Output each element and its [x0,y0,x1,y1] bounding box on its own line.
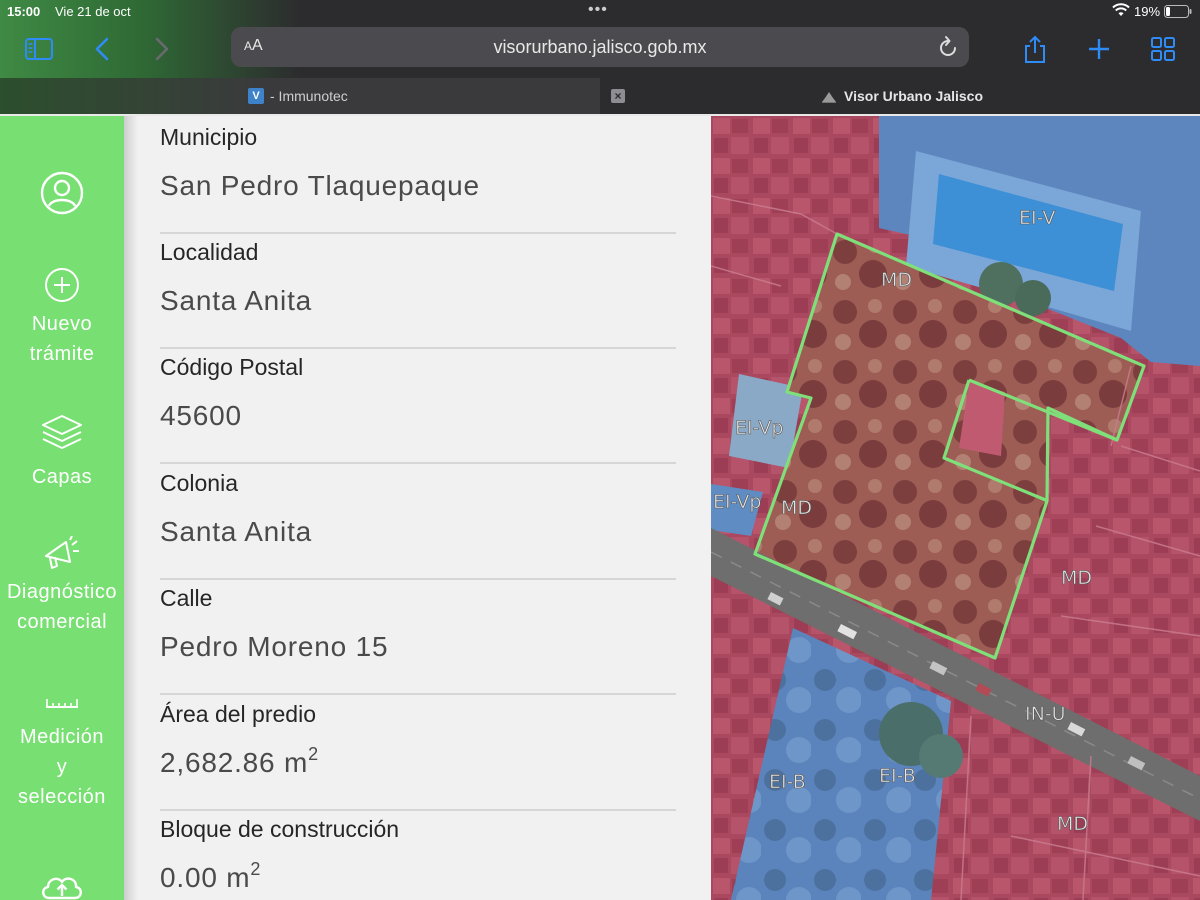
field-municipio: Municipio San Pedro Tlaquepaque [160,124,676,234]
status-bar: 15:00 Vie 21 de oct ••• 19% [0,0,1200,24]
status-date: Vie 21 de oct [55,4,131,19]
reload-icon[interactable] [937,35,959,59]
tab-immunotec[interactable]: V - Immunotec [0,78,600,114]
field-colonia: Colonia Santa Anita [160,470,676,580]
back-icon[interactable] [88,34,118,64]
sidebar-item-label: Nuevo trámite [29,313,95,365]
address-bar[interactable]: AA visorurbano.jalisco.gob.mx [231,27,969,67]
zone-label: EI-Vp [713,491,761,513]
sidebar-icon[interactable] [24,34,54,64]
zone-label: EI-V [1019,207,1055,229]
field-value: San Pedro Tlaquepaque [160,170,480,201]
field-divider [160,693,676,695]
tabs-overview-icon[interactable] [1148,34,1178,64]
field-bloque-construccion: Bloque de construcción 0.00 m2 [160,816,676,894]
field-value: 2,682.86 m2 [160,744,319,778]
battery-icon [1164,5,1192,18]
field-value: 0.00 m2 [160,859,262,893]
field-label: Municipio [160,124,258,150]
forward-icon[interactable] [146,34,176,64]
zone-label: IN-U [1025,703,1066,725]
sidebar-item-label: Medición y selección [18,726,106,808]
sidebar-item-capas[interactable]: Capas [0,412,124,492]
browser-chrome: 15:00 Vie 21 de oct ••• 19% AA visorurba… [0,0,1200,116]
immunotec-favicon-icon: V [248,88,264,104]
plus-circle-icon [45,268,79,302]
user-icon [40,171,84,215]
sidebar-item-nuevo-tramite[interactable]: Nuevo trámite [0,266,124,369]
zone-label: EI-B [879,765,916,787]
field-divider [160,462,676,464]
sidebar-item-medicion-seleccion[interactable]: Medición y selección [0,694,124,812]
battery-percent: 19% [1134,4,1161,19]
field-label: Colonia [160,470,238,496]
layers-icon [42,415,82,449]
field-label: Localidad [160,239,259,265]
visor-urbano-favicon-icon [822,92,836,103]
field-label: Calle [160,585,213,611]
map-canvas[interactable]: EI-V MD EI-Vp EI-Vp MD MD IN-U EI-B EI-B… [711,116,1200,900]
field-codigo-postal: Código Postal 45600 [160,354,676,464]
panel-shadow [124,116,138,900]
field-value: Santa Anita [160,516,313,547]
field-label: Código Postal [160,354,304,380]
sidebar-item-upload[interactable] [0,870,124,900]
tab-visor-urbano[interactable]: × Visor Urbano Jalisco [603,78,1200,114]
zone-label: EI-Vp [735,417,783,439]
zone-label: EI-B [769,771,806,793]
share-icon[interactable] [1020,34,1050,64]
browser-toolbar: AA visorurbano.jalisco.gob.mx [0,24,1200,76]
status-time: 15:00 [7,4,41,19]
zoning-map[interactable]: EI-V MD EI-Vp EI-Vp MD MD IN-U EI-B EI-B… [711,116,1200,900]
wifi-icon [1112,3,1130,16]
zone-label: MD [1057,813,1088,835]
field-divider [160,809,676,811]
url-text[interactable]: visorurbano.jalisco.gob.mx [231,37,969,58]
field-divider [160,232,676,234]
cloud-upload-icon [42,877,82,900]
sidebar-item-label: Diagnóstico comercial [6,581,117,633]
new-tab-icon[interactable] [1084,34,1114,64]
field-label: Bloque de construcción [160,816,400,842]
field-localidad: Localidad Santa Anita [160,239,676,349]
tab-title: Visor Urbano Jalisco [844,88,984,104]
tab-title: - Immunotec [270,88,348,104]
zone-label: MD [881,269,912,291]
field-value: 45600 [160,400,242,431]
field-value: Santa Anita [160,285,313,316]
tab-bar: V - Immunotec × Visor Urbano Jalisco [0,78,1200,114]
ruler-icon [46,699,78,708]
zone-label: MD [781,497,812,519]
field-value: Pedro Moreno 15 [160,631,389,662]
predio-info-panel: Municipio San Pedro Tlaquepaque Localida… [124,116,712,900]
sidebar-item-label: Capas [31,466,93,488]
close-tab-icon[interactable]: × [611,89,625,103]
multitasking-dots-icon[interactable]: ••• [588,1,608,19]
field-divider [160,578,676,580]
field-calle: Calle Pedro Moreno 15 [160,585,676,695]
user-profile-button[interactable] [0,170,124,216]
field-divider [160,347,676,349]
megaphone-icon [45,536,79,569]
zone-label: MD [1061,567,1092,589]
field-label: Área del predio [160,701,316,727]
sidebar-item-diagnostico-comercial[interactable]: Diagnóstico comercial [0,536,124,637]
app-sidebar: Nuevo trámite Capas Diagnóstico comercia… [0,116,124,900]
field-area-predio: Área del predio 2,682.86 m2 [160,701,676,811]
